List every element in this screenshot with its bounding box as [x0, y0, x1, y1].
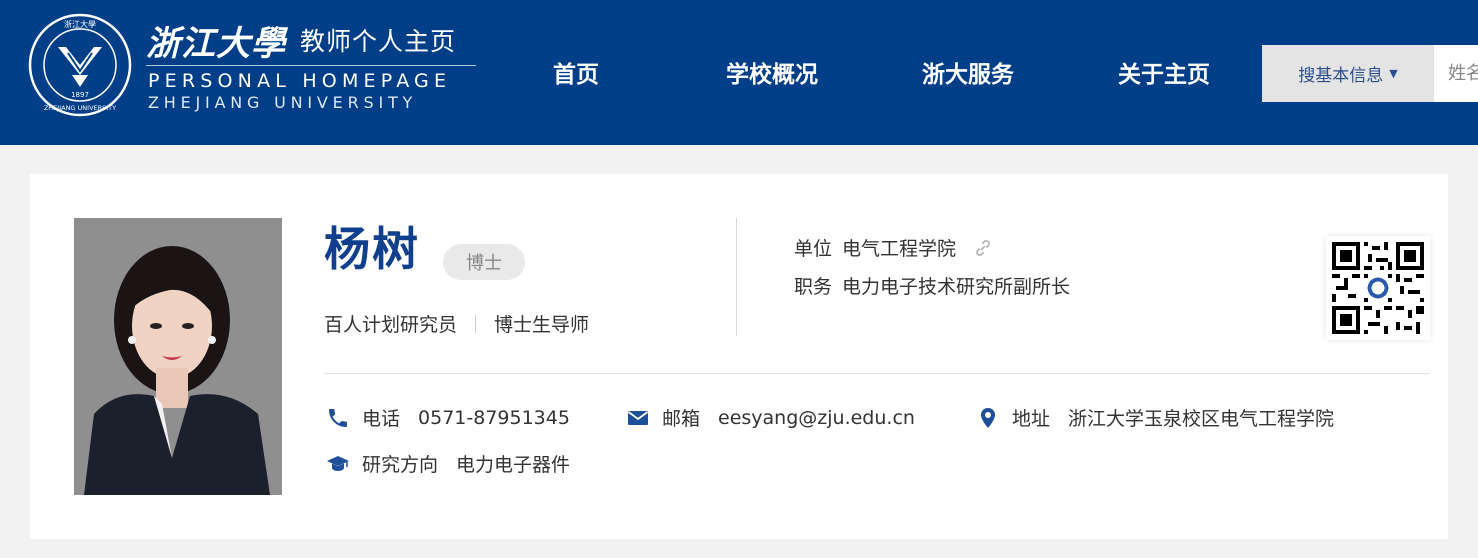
vertical-divider: [736, 218, 737, 336]
seal-year: 1897: [71, 91, 89, 99]
position-list: 百人计划研究员 博士生导师: [324, 310, 589, 337]
location-icon: [981, 407, 995, 428]
research-label: 研究方向: [362, 454, 439, 476]
caret-down-icon: ▼: [1389, 67, 1398, 80]
email-label: 邮箱: [662, 408, 701, 430]
search-type-label: 搜基本信息: [1298, 66, 1384, 86]
logo-university-name: 浙江大學: [146, 23, 286, 64]
position-item: 博士生导师: [494, 314, 590, 336]
nav-school-overview[interactable]: 学校概况: [718, 54, 826, 90]
search-input[interactable]: [1434, 45, 1478, 102]
search-type-dropdown[interactable]: 搜基本信息 ▼: [1262, 45, 1434, 102]
position-separator: [475, 314, 477, 333]
research-row: 研究方向 电力电子器件: [326, 450, 570, 477]
portrait-image: [74, 218, 282, 495]
duty-label: 职务: [794, 276, 833, 298]
duty-value: 电力电子技术研究所副所长: [842, 276, 1071, 298]
mail-icon: [627, 410, 649, 425]
address-label: 地址: [1012, 408, 1051, 430]
phone-label: 电话: [362, 408, 401, 430]
seal-text-bottom: ZHEJIANG UNIVERSITY: [44, 104, 116, 112]
unit-label: 单位: [794, 238, 833, 260]
profile-photo: [74, 218, 282, 495]
phone-row: 电话 0571-87951345: [326, 404, 570, 431]
duty-row: 职务 电力电子技术研究所副所长: [794, 272, 1070, 299]
phone-icon: [329, 408, 347, 427]
address-value: 浙江大学玉泉校区电气工程学院: [1068, 408, 1335, 430]
position-item: 百人计划研究员: [324, 314, 458, 336]
link-icon[interactable]: [972, 237, 994, 259]
nav-home[interactable]: 首页: [538, 54, 614, 90]
site-header: 1897 浙江大學 ZHEJIANG UNIVERSITY 浙江大學 教师个人主…: [0, 0, 1478, 145]
degree-badge: 博士: [443, 244, 525, 280]
research-value: 电力电子器件: [456, 454, 571, 476]
logo-site-name: 教师个人主页: [300, 27, 457, 56]
profile-card: 杨树 博士 百人计划研究员 博士生导师 单位 电气工程学院 职务 电力电子技术研…: [30, 174, 1448, 539]
seal-text-top: 浙江大學: [64, 19, 96, 29]
unit-row: 单位 电气工程学院: [794, 234, 994, 261]
qr-code-icon[interactable]: [1326, 236, 1430, 340]
profile-name: 杨树: [324, 222, 420, 276]
nav-zju-services[interactable]: 浙大服务: [914, 54, 1022, 90]
graduation-cap-icon: [327, 455, 349, 471]
logo-english-university: ZHEJIANG UNIVERSITY: [148, 93, 418, 112]
email-row: 邮箱 eesyang@zju.edu.cn: [626, 404, 915, 431]
phone-value: 0571-87951345: [418, 406, 570, 429]
logo-title-row: 浙江大學 教师个人主页: [146, 18, 457, 64]
unit-value[interactable]: 电气工程学院: [842, 234, 956, 261]
logo-divider: [146, 65, 476, 66]
nav-about-homepage[interactable]: 关于主页: [1110, 54, 1218, 90]
university-seal-icon[interactable]: 1897 浙江大學 ZHEJIANG UNIVERSITY: [28, 13, 132, 117]
address-row: 地址 浙江大学玉泉校区电气工程学院: [976, 404, 1334, 431]
horizontal-divider: [324, 373, 1430, 374]
qr-code-image: [1332, 242, 1424, 334]
logo-english-title: PERSONAL HOMEPAGE: [148, 70, 452, 92]
site-logo[interactable]: 浙江大學 教师个人主页 PERSONAL HOMEPAGE ZHEJIANG U…: [146, 18, 486, 118]
email-value[interactable]: eesyang@zju.edu.cn: [718, 407, 915, 429]
